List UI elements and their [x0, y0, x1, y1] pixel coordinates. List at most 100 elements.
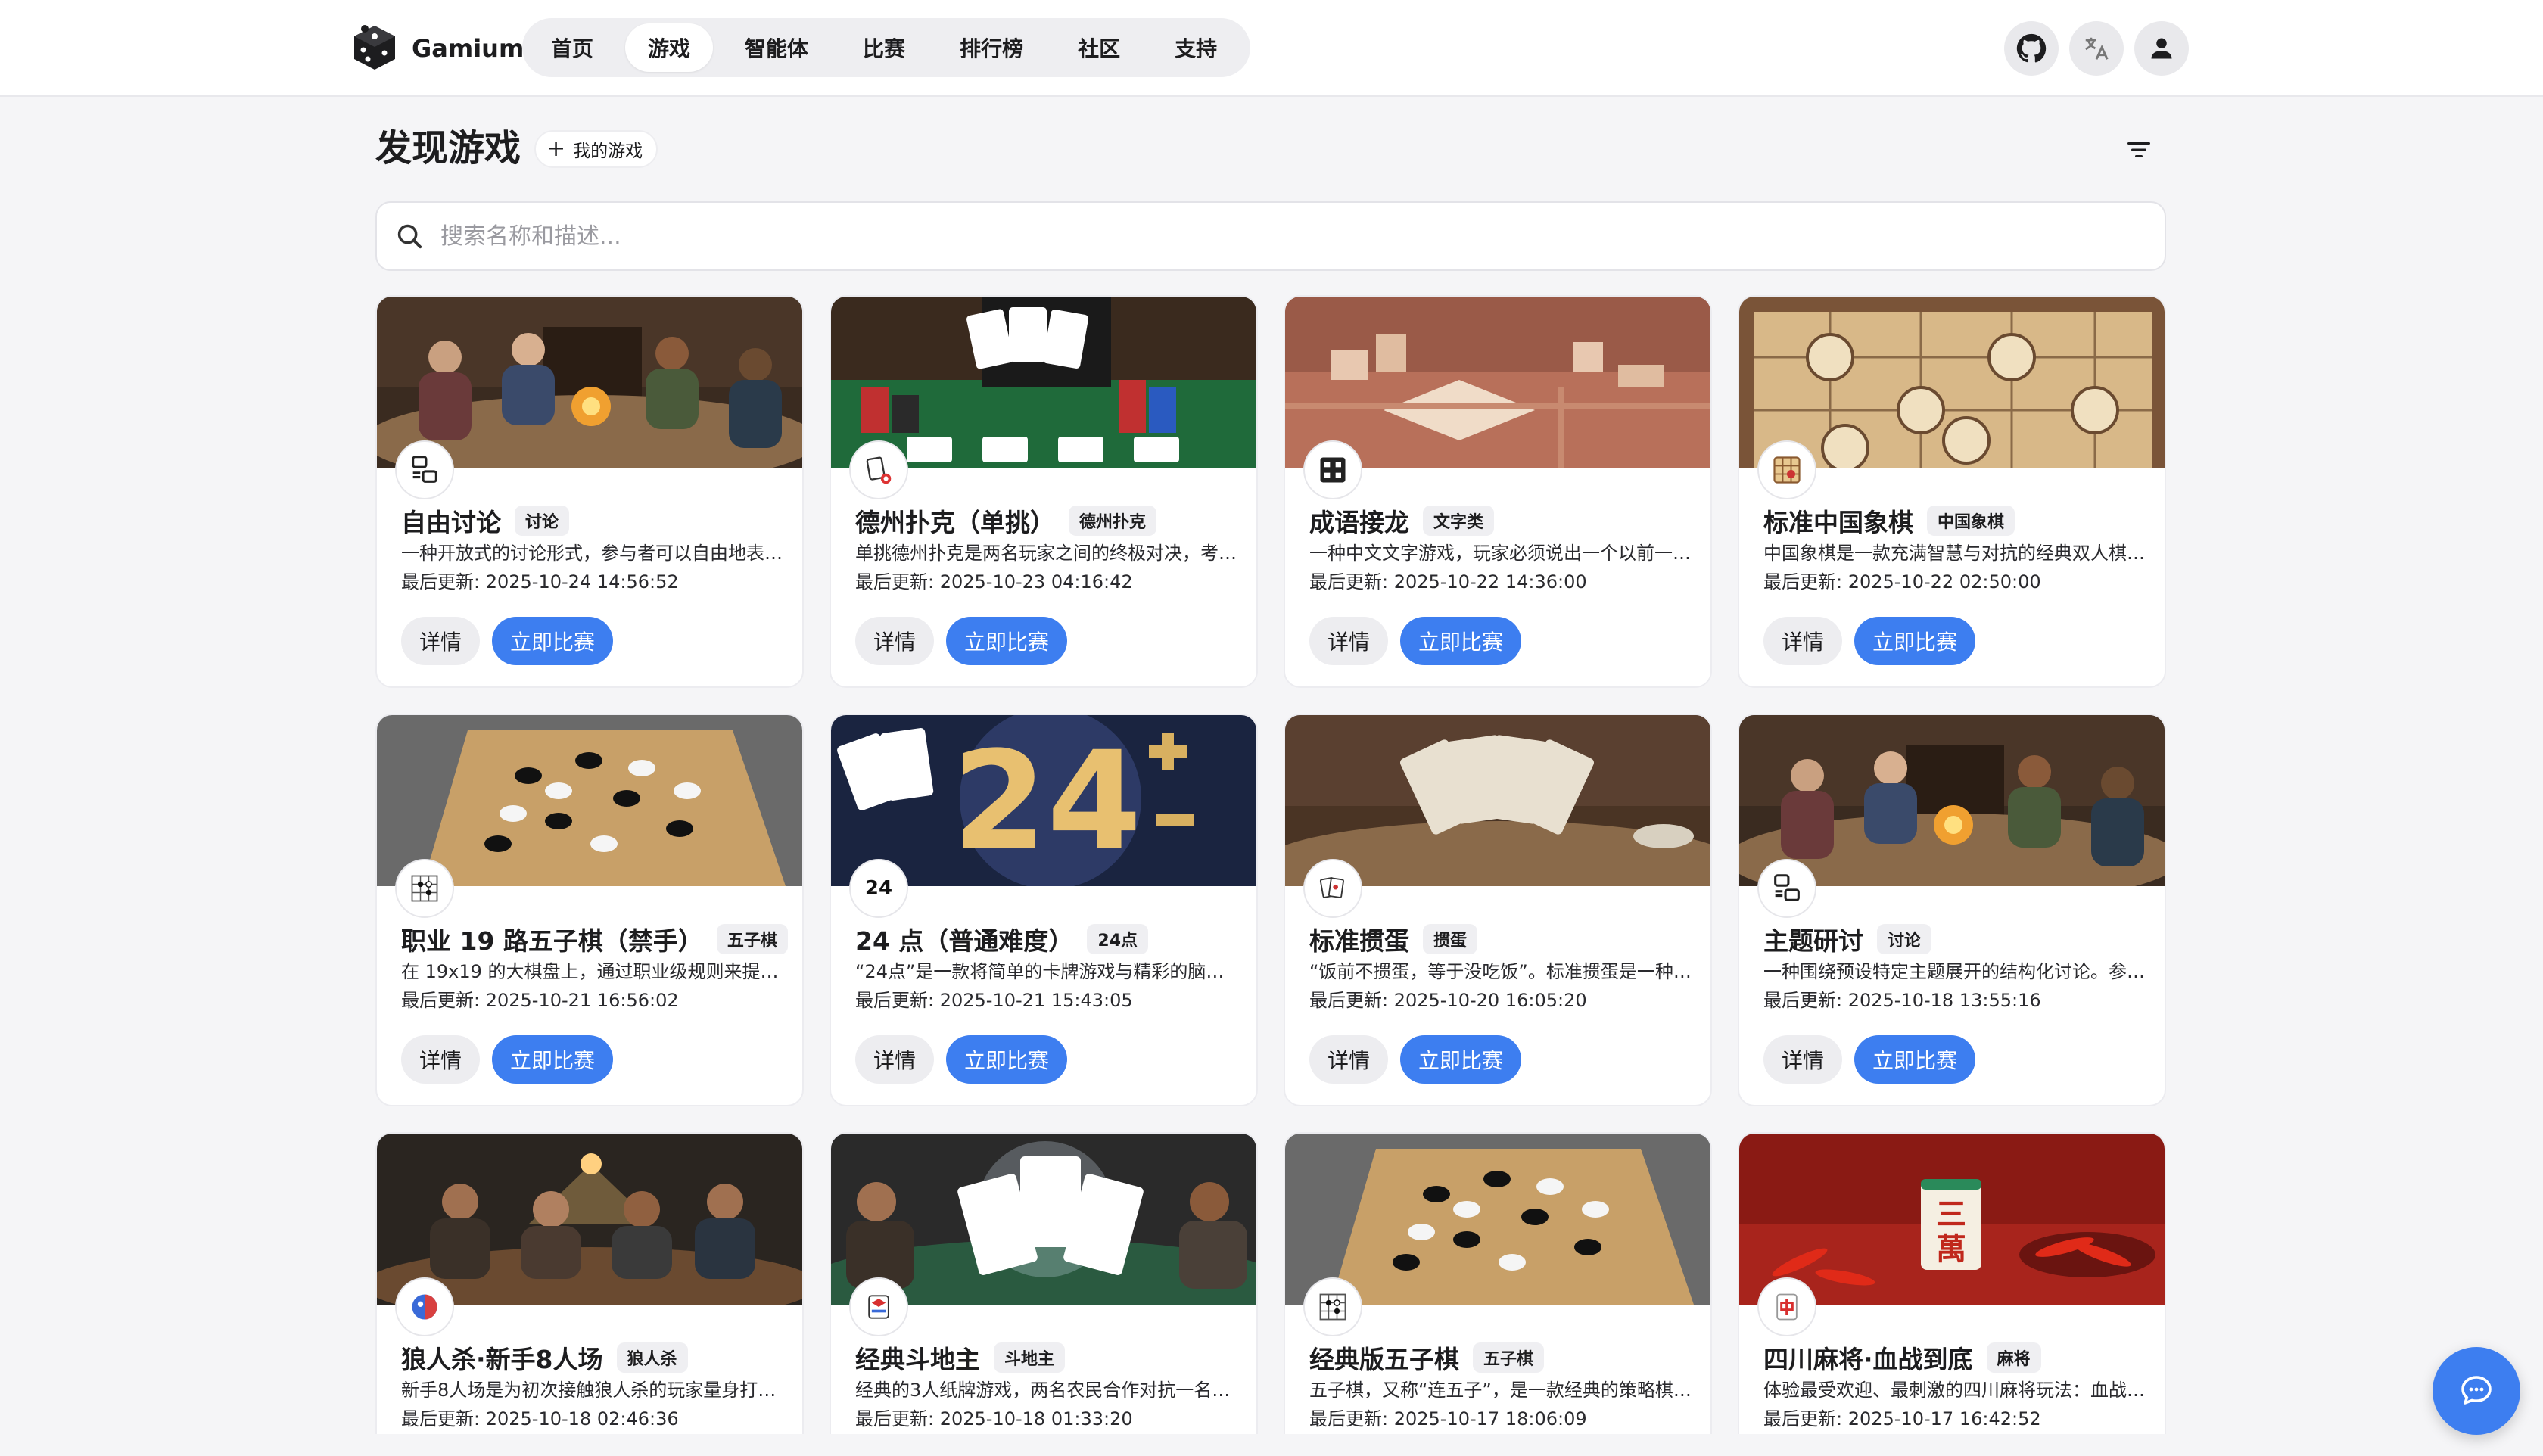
detail-button[interactable]: 详情	[855, 617, 934, 665]
game-tag: 中国象棋	[1927, 506, 2015, 536]
detail-button[interactable]: 详情	[401, 1035, 480, 1084]
nav-item-home[interactable]: 首页	[528, 23, 616, 72]
game-title-row: 成语接龙 文字类	[1309, 502, 1495, 539]
game-card: 职业 19 路五子棋（禁手） 五子棋 在 19x19 的大棋盘上，通过职业级规则…	[375, 714, 804, 1106]
game-title-row: 24 点（普通难度） 24点	[855, 921, 1149, 957]
play-now-button[interactable]: 立即比赛	[492, 1035, 613, 1084]
filter-button[interactable]	[2119, 132, 2159, 168]
game-description: 新手8人场是为初次接触狼人杀的玩家量身打造的入门对局	[401, 1380, 787, 1401]
nav-item-leaderboard[interactable]: 排行榜	[937, 23, 1046, 72]
chat-button[interactable]	[2433, 1347, 2520, 1435]
game-card: 成语接龙 文字类 一种中文文字游戏，玩家必须说出一个以前一个成语末字开头的成语 …	[1284, 295, 1712, 688]
detail-button[interactable]: 详情	[1763, 1035, 1842, 1084]
search-bar	[375, 201, 2166, 271]
account-button[interactable]	[2134, 21, 2189, 76]
nav-item-matches[interactable]: 比赛	[840, 23, 928, 72]
game-title-row: 德州扑克（单挑） 德州扑克	[855, 502, 1157, 539]
play-now-button[interactable]: 立即比赛	[946, 617, 1067, 665]
game-updated: 最后更新: 2025-10-24 14:56:52	[401, 571, 679, 593]
detail-button[interactable]: 详情	[855, 1035, 934, 1084]
game-title[interactable]: 经典版五子棋	[1309, 1339, 1459, 1376]
main-nav: 首页 游戏 智能体 比赛 排行榜 社区 支持	[522, 18, 1250, 77]
filter-icon	[2127, 142, 2150, 157]
mahjong-tile-glyph: 三萬	[1936, 1197, 1966, 1267]
game-title-row: 标准掼蛋 掼蛋	[1309, 921, 1478, 957]
game-description: “24点”是一款将简单的卡牌游戏与精彩的脑力挑战结合的游戏	[855, 961, 1241, 982]
my-games-label: 我的游戏	[573, 142, 643, 161]
discussion-icon	[1757, 859, 1816, 918]
game-title[interactable]: 经典斗地主	[855, 1339, 980, 1376]
game-card: 自由讨论 讨论 一种开放式的讨论形式，参与者可以自由地表达观点、交流想法 最后更…	[375, 295, 804, 688]
game-card: 24 24 24 点（普通难度） 24点 “24点”是一款将简单的卡牌游戏与精彩…	[830, 714, 1258, 1106]
language-button[interactable]	[2069, 21, 2124, 76]
game-title[interactable]: 主题研讨	[1763, 921, 1863, 957]
play-now-button[interactable]: 立即比赛	[1854, 617, 1975, 665]
game-card: 狼人杀·新手8人场 狼人杀 新手8人场是为初次接触狼人杀的玩家量身打造的入门对局…	[375, 1132, 804, 1434]
twenty-four-icon: 24	[849, 859, 908, 918]
game-title[interactable]: 自由讨论	[401, 502, 501, 539]
translate-icon	[2085, 37, 2109, 60]
game-thumbnail: 24	[831, 715, 1256, 886]
game-thumbnail	[1739, 297, 2165, 468]
game-tag: 五子棋	[1473, 1342, 1545, 1373]
game-title[interactable]: 四川麻将·血战到底	[1763, 1339, 1973, 1376]
play-now-button[interactable]: 立即比赛	[946, 1035, 1067, 1084]
my-games-button[interactable]: + 我的游戏	[534, 130, 658, 168]
game-updated: 最后更新: 2025-10-21 15:43:05	[855, 990, 1133, 1011]
play-now-button[interactable]: 立即比赛	[492, 617, 613, 665]
detail-button[interactable]: 详情	[1309, 617, 1388, 665]
game-title[interactable]: 狼人杀·新手8人场	[401, 1339, 603, 1376]
github-button[interactable]	[2004, 21, 2059, 76]
play-now-button[interactable]: 立即比赛	[1400, 617, 1521, 665]
game-tag: 麻将	[1986, 1342, 2041, 1373]
game-card: 经典斗地主 斗地主 经典的3人纸牌游戏，两名农民合作对抗一名地主 最后更新: 2…	[830, 1132, 1258, 1434]
gamium-logo-icon[interactable]	[351, 23, 398, 73]
twenty-four-icon-glyph: 24	[864, 877, 893, 900]
page-title: 发现游戏	[375, 127, 521, 170]
game-updated: 最后更新: 2025-10-22 02:50:00	[1763, 571, 2041, 593]
game-thumbnail	[831, 1134, 1256, 1305]
game-title-row: 自由讨论 讨论	[401, 502, 570, 539]
game-title[interactable]: 职业 19 路五子棋（禁手）	[401, 921, 703, 957]
detail-button[interactable]: 详情	[1763, 617, 1842, 665]
game-title[interactable]: 德州扑克（单挑）	[855, 502, 1055, 539]
game-description: 在 19x19 的大棋盘上，通过职业级规则来提升对局的公平性	[401, 961, 787, 982]
game-description: 单挑德州扑克是两名玩家之间的终极对决，考验胆识与策略	[855, 543, 1241, 564]
game-description: “饭前不掼蛋，等于没吃饭”。标准掼蛋是一种风靡全国的扑克游戏	[1309, 961, 1695, 982]
game-title-row: 狼人杀·新手8人场 狼人杀	[401, 1339, 688, 1376]
nav-item-games[interactable]: 游戏	[625, 23, 714, 72]
game-description: 一种开放式的讨论形式，参与者可以自由地表达观点、交流想法	[401, 543, 787, 564]
game-description: 经典的3人纸牌游戏，两名农民合作对抗一名地主	[855, 1380, 1241, 1401]
game-thumbnail	[377, 1134, 802, 1305]
game-title[interactable]: 标准掼蛋	[1309, 921, 1409, 957]
nav-item-community[interactable]: 社区	[1055, 23, 1143, 72]
play-now-button[interactable]: 立即比赛	[1400, 1035, 1521, 1084]
nav-item-support[interactable]: 支持	[1152, 23, 1240, 72]
game-title[interactable]: 24 点（普通难度）	[855, 921, 1073, 957]
game-description: 体验最受欢迎、最刺激的四川麻将玩法：血战到底	[1763, 1380, 2149, 1401]
game-title[interactable]: 标准中国象棋	[1763, 502, 1913, 539]
play-now-button[interactable]: 立即比赛	[1854, 1035, 1975, 1084]
game-thumbnail	[377, 297, 802, 468]
search-input[interactable]	[439, 222, 2107, 250]
brand-name[interactable]: Gamium	[412, 30, 524, 67]
game-title[interactable]: 成语接龙	[1309, 502, 1409, 539]
game-tag: 24点	[1087, 924, 1149, 954]
game-updated: 最后更新: 2025-10-21 16:56:02	[401, 990, 679, 1011]
cards-icon	[1303, 859, 1362, 918]
game-thumbnail	[1285, 297, 1710, 468]
game-description: 五子棋，又称“连五子”，是一款经典的策略棋类游戏	[1309, 1380, 1695, 1401]
nav-item-agents[interactable]: 智能体	[722, 23, 831, 72]
detail-button[interactable]: 详情	[401, 617, 480, 665]
game-tag: 德州扑克	[1069, 506, 1157, 536]
game-title-row: 经典斗地主 斗地主	[855, 1339, 1066, 1376]
game-updated: 最后更新: 2025-10-18 13:55:16	[1763, 990, 2041, 1011]
gomoku-icon	[1303, 1277, 1362, 1336]
game-description: 中国象棋是一款充满智慧与对抗的经典双人棋类游戏	[1763, 543, 2149, 564]
game-tag: 文字类	[1423, 506, 1495, 536]
game-title-row: 主题研讨 讨论	[1763, 921, 1932, 957]
game-thumbnail	[831, 297, 1256, 468]
game-updated: 最后更新: 2025-10-18 02:46:36	[401, 1408, 679, 1430]
detail-button[interactable]: 详情	[1309, 1035, 1388, 1084]
mahjong-icon	[1757, 1277, 1816, 1336]
